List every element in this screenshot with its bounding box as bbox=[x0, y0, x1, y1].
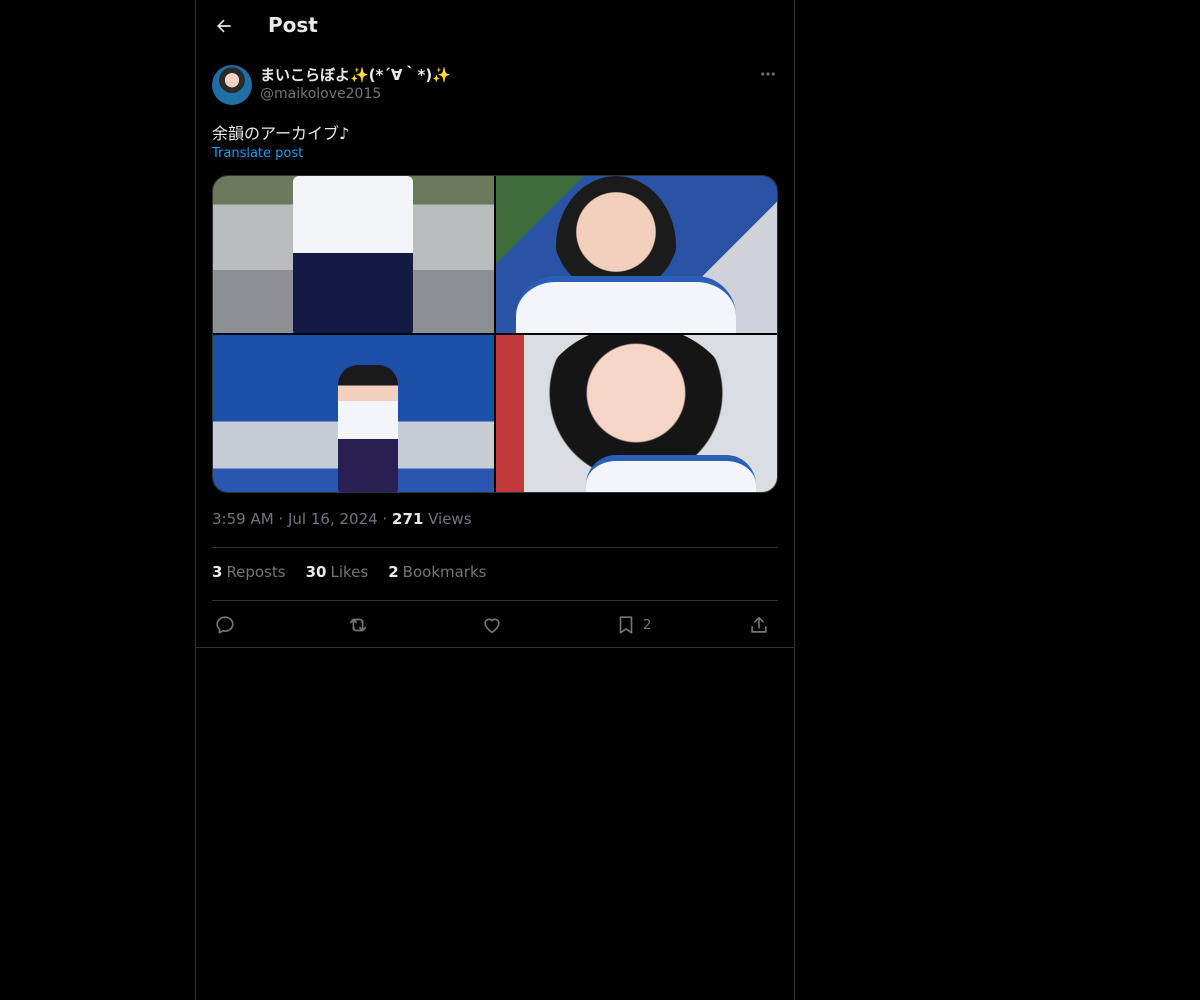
avatar[interactable] bbox=[212, 65, 252, 105]
likes-stat[interactable]: 30 Likes bbox=[306, 563, 369, 581]
author-name[interactable]: まいこらぼよ✨(*´∀｀*)✨ bbox=[260, 64, 451, 85]
page-header: Post bbox=[196, 0, 794, 53]
back-button[interactable] bbox=[212, 14, 236, 38]
bookmark-count: 2 bbox=[643, 617, 652, 633]
share-button[interactable] bbox=[748, 612, 770, 638]
arrow-left-icon bbox=[214, 16, 234, 36]
post-date[interactable]: Jul 16, 2024 bbox=[288, 510, 378, 528]
meta-separator: · bbox=[382, 510, 388, 528]
photo-subject bbox=[338, 365, 398, 492]
photo-detail bbox=[586, 455, 756, 492]
share-icon bbox=[748, 614, 770, 636]
bookmark-icon bbox=[615, 614, 637, 636]
heart-icon bbox=[481, 614, 503, 636]
divider bbox=[196, 647, 794, 648]
divider bbox=[212, 600, 778, 601]
photo-subject bbox=[293, 176, 413, 333]
engagement-stats: 3 Reposts 30 Likes 2 Bookmarks bbox=[212, 563, 486, 581]
post-text: 余韻のアーカイブ♪ bbox=[212, 124, 350, 143]
post-photo[interactable] bbox=[213, 335, 494, 492]
bookmarks-count: 2 bbox=[388, 563, 399, 581]
reply-button[interactable] bbox=[214, 612, 236, 638]
repost-button[interactable] bbox=[347, 612, 369, 638]
page-title: Post bbox=[268, 13, 318, 37]
photo-detail bbox=[516, 276, 736, 333]
more-options-button[interactable] bbox=[758, 64, 778, 84]
bookmarks-label: Bookmarks bbox=[402, 563, 487, 581]
post-time[interactable]: 3:59 AM bbox=[212, 510, 274, 528]
post-photo[interactable] bbox=[496, 335, 777, 492]
likes-label: Likes bbox=[330, 563, 369, 581]
post-column: Post まいこらぼよ✨(*´∀｀*)✨ @maikolove2015 余韻のア… bbox=[195, 0, 795, 1000]
reposts-count: 3 bbox=[212, 563, 223, 581]
author-handle[interactable]: @maikolove2015 bbox=[260, 86, 381, 102]
bookmark-button[interactable]: 2 bbox=[615, 612, 651, 638]
views-label: Views bbox=[428, 510, 472, 528]
likes-count: 30 bbox=[305, 563, 327, 581]
post-photo[interactable] bbox=[213, 176, 494, 333]
divider bbox=[212, 547, 778, 548]
media-grid bbox=[212, 175, 778, 493]
meta-separator: · bbox=[278, 510, 284, 528]
more-icon bbox=[759, 65, 777, 83]
like-button[interactable] bbox=[481, 612, 503, 638]
reposts-stat[interactable]: 3 Reposts bbox=[212, 563, 286, 581]
post-photo[interactable] bbox=[496, 176, 777, 333]
repost-icon bbox=[347, 614, 369, 636]
reposts-label: Reposts bbox=[226, 563, 286, 581]
views-count: 271 bbox=[392, 510, 424, 528]
post-meta: 3:59 AM · Jul 16, 2024 · 271 Views bbox=[212, 510, 472, 528]
action-bar: 2 bbox=[212, 612, 778, 638]
reply-icon bbox=[214, 614, 236, 636]
translate-post-link[interactable]: Translate post bbox=[212, 146, 303, 161]
bookmarks-stat[interactable]: 2 Bookmarks bbox=[388, 563, 486, 581]
